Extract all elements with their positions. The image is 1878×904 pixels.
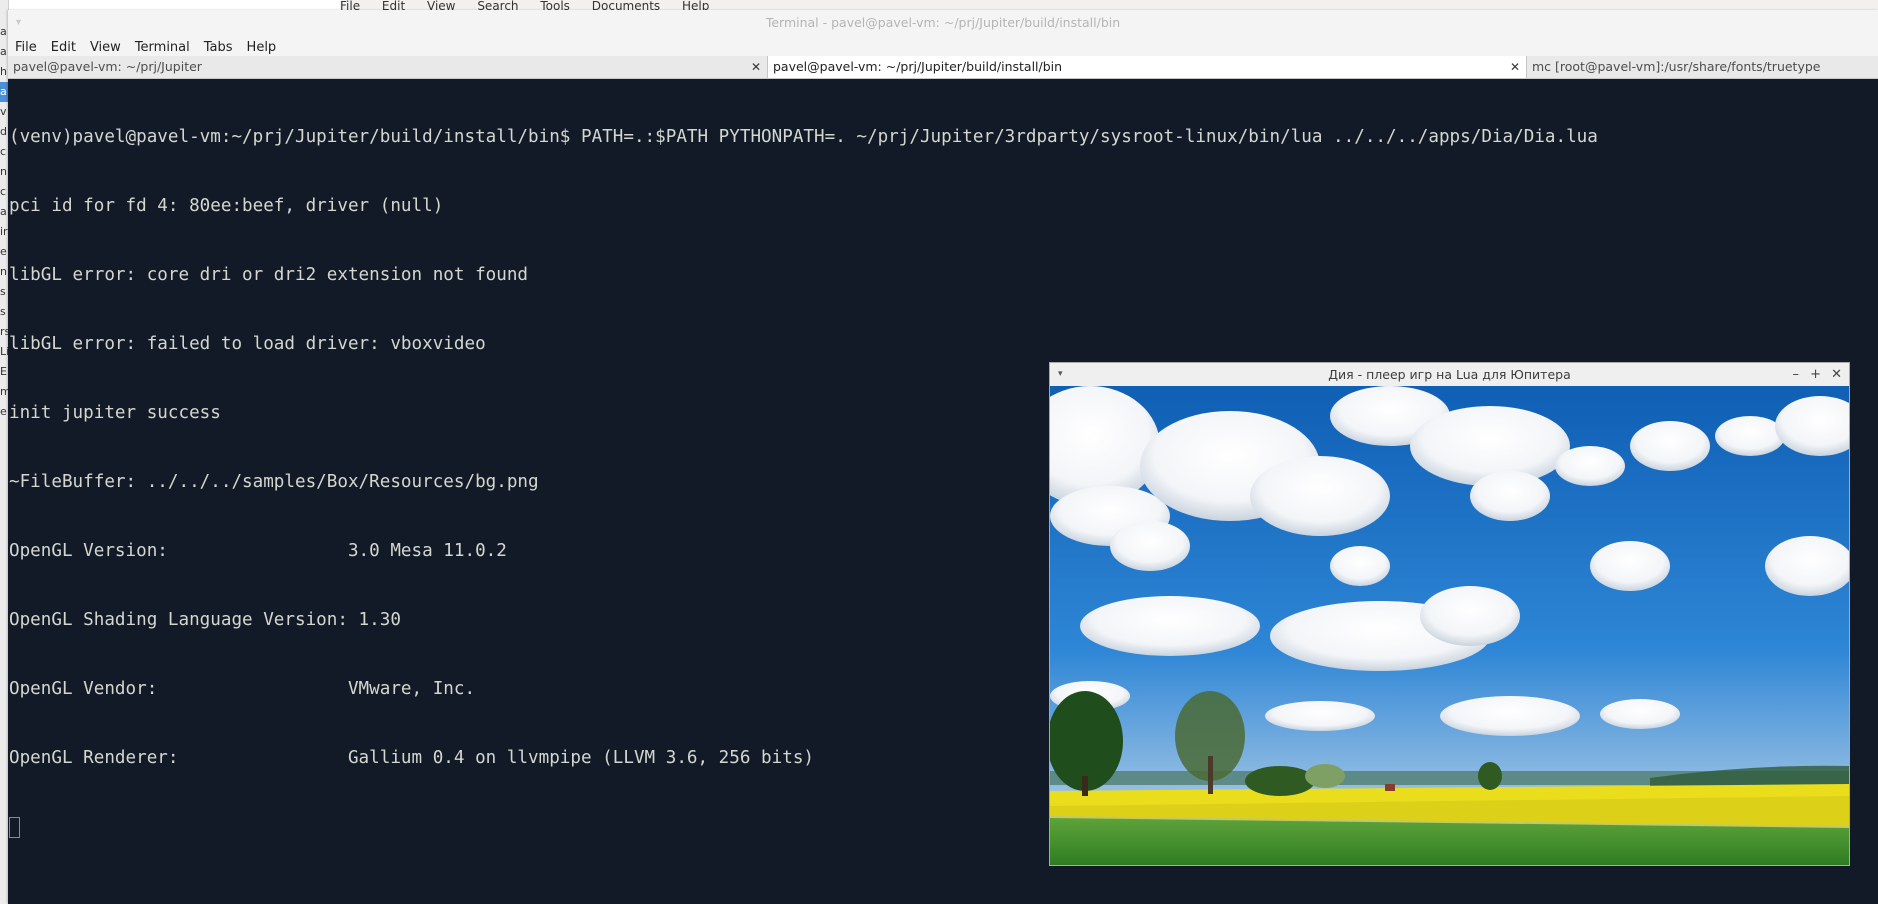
terminal-line: pci id for fd 4: 80ee:beef, driver (null…	[9, 196, 444, 216]
bg-sidebar-item[interactable]: E	[0, 362, 8, 382]
bg-sidebar-item[interactable]: s	[0, 302, 8, 322]
bg-sidebar-item[interactable]: a	[0, 22, 8, 42]
tab-mc-root[interactable]: mc [root@pavel-vm]:/usr/share/fonts/true…	[1527, 56, 1878, 78]
game-window: ▾ Дия - плеер игр на Lua для Юпитера – +…	[1049, 362, 1850, 866]
bg-sidebar-item[interactable]: s	[0, 282, 8, 302]
window-menu-icon[interactable]: ▾	[1058, 363, 1063, 386]
tab-label: pavel@pavel-vm: ~/prj/Jupiter/build/inst…	[773, 59, 1063, 74]
close-icon[interactable]: ✕	[1831, 363, 1842, 386]
bg-sidebar-item[interactable]: c	[0, 182, 8, 202]
bg-sidebar-item[interactable]: e	[0, 242, 8, 262]
close-icon[interactable]: ✕	[1510, 56, 1520, 78]
bg-sidebar-item[interactable]: v	[0, 102, 8, 122]
tab-label: mc [root@pavel-vm]:/usr/share/fonts/true…	[1532, 59, 1821, 74]
bg-sidebar-item[interactable]: a	[0, 202, 8, 222]
bg-sidebar-item[interactable]: a	[0, 42, 8, 62]
tab-build-install-bin[interactable]: pavel@pavel-vm: ~/prj/Jupiter/build/inst…	[767, 56, 1527, 78]
bg-sidebar-item[interactable]: h	[0, 62, 8, 82]
landscape-image	[1050, 386, 1849, 865]
bg-sidebar-item[interactable]: n	[0, 262, 8, 282]
close-icon[interactable]: ✕	[751, 56, 761, 78]
bg-sidebar-item[interactable]: ir	[0, 222, 8, 242]
minimize-icon[interactable]: –	[1793, 363, 1800, 386]
bg-sidebar-item[interactable]: n	[0, 162, 8, 182]
bg-sidebar-item-selected[interactable]: a	[0, 82, 8, 102]
game-titlebar[interactable]: ▾ Дия - плеер игр на Lua для Юпитера – +…	[1050, 363, 1849, 387]
bg-sidebar-item[interactable]: c	[0, 142, 8, 162]
bg-sidebar-item[interactable]: Lis	[0, 342, 8, 362]
game-window-title: Дия - плеер игр на Lua для Юпитера	[1328, 367, 1571, 382]
terminal-titlebar[interactable]: ▾ Terminal - pavel@pavel-vm: ~/prj/Jupit…	[8, 10, 1878, 36]
tab-label: pavel@pavel-vm: ~/prj/Jupiter	[13, 59, 202, 74]
terminal-menubar: File Edit View Terminal Tabs Help	[8, 36, 1878, 56]
maximize-icon[interactable]: +	[1810, 363, 1821, 386]
bg-sidebar-item[interactable]: e	[0, 402, 8, 422]
terminal-line: libGL error: core dri or dri2 extension …	[9, 265, 529, 285]
tab-jupiter[interactable]: pavel@pavel-vm: ~/prj/Jupiter ✕	[8, 56, 767, 78]
window-menu-icon[interactable]: ▾	[16, 10, 21, 36]
bg-sidebar-item[interactable]: rs	[0, 322, 8, 342]
game-canvas[interactable]	[1050, 386, 1849, 865]
terminal-title: Terminal - pavel@pavel-vm: ~/prj/Jupiter…	[765, 15, 1121, 30]
bg-sidebar-item[interactable]: d	[0, 122, 8, 142]
terminal-line: (venv)pavel@pavel-vm:~/prj/Jupiter/build…	[9, 127, 1598, 147]
terminal-cursor	[9, 817, 20, 838]
bg-sidebar-item[interactable]: m	[0, 382, 8, 402]
terminal-line: libGL error: failed to load driver: vbox…	[9, 334, 486, 354]
terminal-tab-bar: pavel@pavel-vm: ~/prj/Jupiter ✕ pavel@pa…	[8, 56, 1878, 79]
